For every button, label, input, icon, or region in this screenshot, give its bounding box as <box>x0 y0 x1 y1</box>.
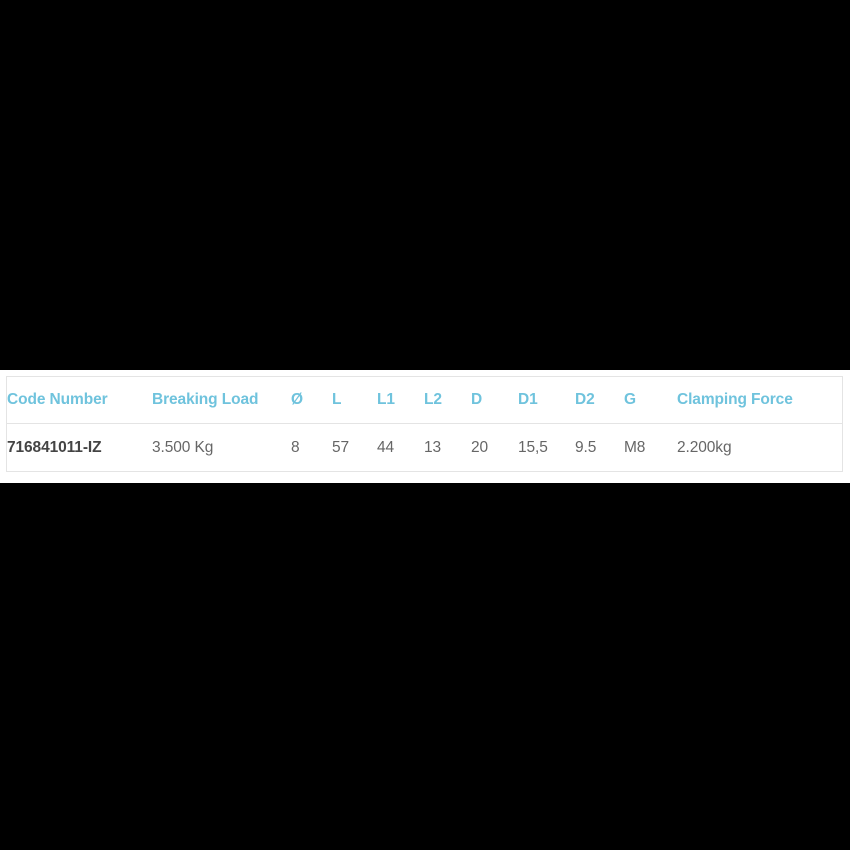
column-header-clamping-force: Clamping Force <box>677 391 793 408</box>
table-header-row: Code Number Breaking Load Ø L L1 L2 D D1… <box>7 377 842 424</box>
table-header: Code Number Breaking Load Ø L L1 L2 D D1… <box>7 377 842 424</box>
column-header-d2: D2 <box>575 391 595 408</box>
column-header-code: Code Number <box>7 391 108 408</box>
cell-l: 57 <box>332 438 350 456</box>
table-body: 716841011-IZ 3.500 Kg 8 57 44 13 20 15,5… <box>7 424 842 472</box>
cell-code: 716841011-IZ <box>7 438 102 456</box>
column-header-g: G <box>624 391 636 408</box>
cell-l1: 44 <box>377 438 395 456</box>
product-specification-table: Code Number Breaking Load Ø L L1 L2 D D1… <box>7 377 842 471</box>
column-header-diameter: Ø <box>291 391 303 408</box>
cell-d1: 15,5 <box>518 438 548 456</box>
cell-d: 20 <box>471 438 489 456</box>
cell-breaking-load: 3.500 Kg <box>152 438 214 456</box>
column-header-d1: D1 <box>518 391 538 408</box>
cell-diameter: 8 <box>291 438 300 456</box>
column-header-l2: L2 <box>424 391 442 408</box>
cell-d2: 9.5 <box>575 438 597 456</box>
content-band: Code Number Breaking Load Ø L L1 L2 D D1… <box>0 370 850 483</box>
spec-table-container: Code Number Breaking Load Ø L L1 L2 D D1… <box>6 376 843 472</box>
cell-l2: 13 <box>424 438 442 456</box>
column-header-l1: L1 <box>377 391 395 408</box>
table-row: 716841011-IZ 3.500 Kg 8 57 44 13 20 15,5… <box>7 424 842 472</box>
column-header-d: D <box>471 391 483 408</box>
column-header-l: L <box>332 391 342 408</box>
column-header-breaking-load: Breaking Load <box>152 391 259 408</box>
cell-clamping-force: 2.200kg <box>677 438 732 456</box>
cell-g: M8 <box>624 438 646 456</box>
